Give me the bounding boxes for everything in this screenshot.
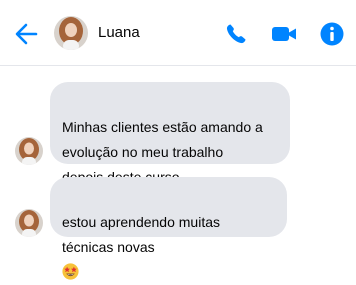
info-icon[interactable] xyxy=(318,20,346,48)
chat-header: Luana xyxy=(0,0,356,66)
message-list[interactable]: Minhas clientes estão amando a evolução … xyxy=(0,66,356,280)
sender-avatar xyxy=(15,209,43,237)
message-text: estou aprendendo muitas técnicas novas xyxy=(62,214,220,255)
contact-name[interactable]: Luana xyxy=(98,24,140,41)
video-camera-icon[interactable] xyxy=(270,20,298,48)
contact-avatar[interactable] xyxy=(54,16,88,50)
message-bubble[interactable]: Minhas clientes estão amando a evolução … xyxy=(50,82,290,185)
message-bubble[interactable]: estou aprendendo muitas técnicas novas xyxy=(50,177,287,280)
back-arrow-icon[interactable] xyxy=(12,20,40,48)
message-text: Minhas clientes estão amando a evolução … xyxy=(62,119,263,185)
phone-icon[interactable] xyxy=(222,20,250,48)
star-struck-emoji xyxy=(62,263,79,280)
sender-avatar xyxy=(15,137,43,165)
